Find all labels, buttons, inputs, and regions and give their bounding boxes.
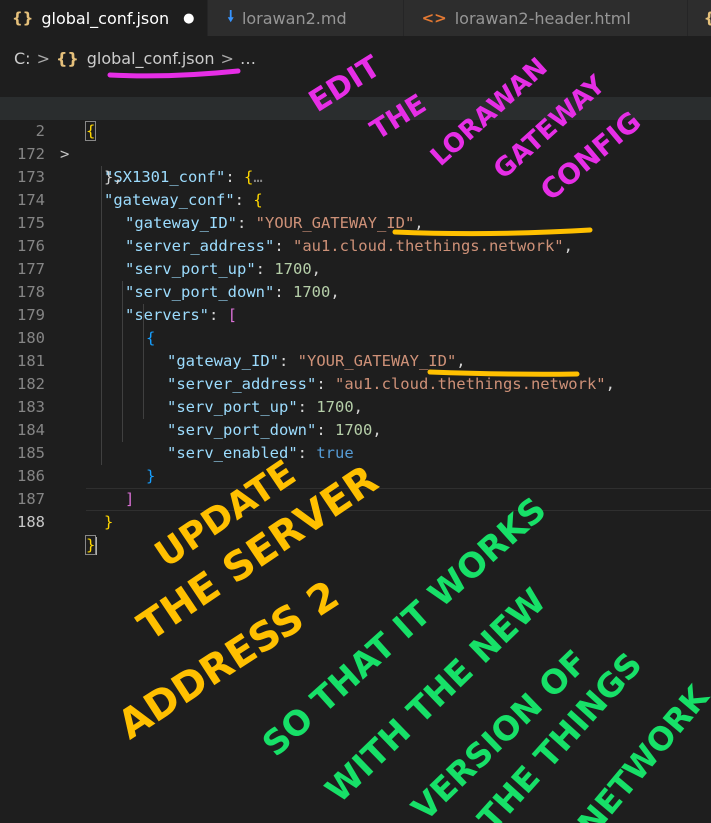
json-braces-icon: {} — [12, 9, 34, 27]
unsaved-dot-icon[interactable]: ● — [183, 11, 194, 26]
line-number: 188 — [17, 513, 45, 531]
json-braces-icon: {} — [55, 48, 79, 68]
code-line: 184 "serv_enabled": true — [0, 396, 711, 462]
markdown-arrow-icon: 🠗 — [227, 6, 234, 25]
code-line: 183 "serv_port_down": 1700, — [0, 373, 711, 439]
chevron-right-icon: > — [36, 48, 50, 68]
editor-window: {} global_conf.json ● 🠗 lorawan2.md <> l… — [0, 0, 711, 823]
line-code: } — [104, 513, 114, 531]
code-line: 174 "gateway_ID": "YOUR_GATEWAY_ID", — [0, 166, 711, 232]
code-line: 181 "server_address": "au1.cloud.thethin… — [0, 327, 711, 393]
breadcrumb-file[interactable]: global_conf.json — [87, 49, 215, 68]
code-line: 179 { — [0, 281, 711, 347]
tab-overflow-json[interactable]: {} — [687, 0, 711, 36]
chevron-right-icon: > — [220, 48, 234, 68]
breadcrumb-root[interactable]: C: — [14, 49, 31, 68]
code-line: 185 } — [0, 419, 711, 485]
tab-label: lorawan2-header.html — [454, 8, 631, 28]
code-line: 177 "serv_port_down": 1700, — [0, 235, 711, 301]
code-line: 2 > "SX1301_conf": {… — [0, 97, 711, 186]
tab-label: global_conf.json — [41, 8, 170, 28]
code-line: 175 "server_address": "au1.cloud.thethin… — [0, 189, 711, 255]
line-code: } — [84, 535, 98, 555]
code-line: 176 "serv_port_up": 1700, — [0, 212, 711, 278]
tab-label: lorawan2.md — [241, 8, 347, 28]
text-cursor — [95, 536, 98, 555]
code-line: 182 "serv_port_up": 1700, — [0, 350, 711, 416]
html-code-icon: <> — [421, 9, 447, 27]
code-line: 180 "gateway_ID": "YOUR_GATEWAY_ID", — [0, 304, 711, 370]
breadcrumb-more[interactable]: … — [240, 49, 256, 68]
tab-lorawan2-header-html[interactable]: <> lorawan2-header.html — [403, 0, 688, 36]
code-line: 178 "servers": [ — [0, 258, 711, 324]
tab-lorawan2-md[interactable]: 🠗 lorawan2.md — [207, 0, 404, 36]
json-braces-icon: {} — [704, 9, 711, 27]
tab-bar: {} global_conf.json ● 🠗 lorawan2.md <> l… — [0, 0, 711, 36]
tab-global-conf-json[interactable]: {} global_conf.json ● — [0, 0, 208, 36]
